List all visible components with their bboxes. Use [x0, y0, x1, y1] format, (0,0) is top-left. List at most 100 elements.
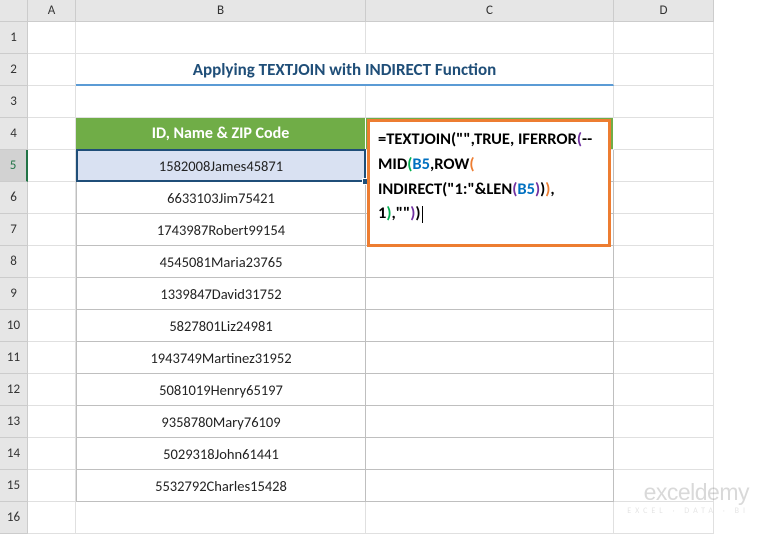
tok-true: TRUE: [474, 129, 510, 149]
cell-a10[interactable]: [28, 310, 76, 342]
cell-b1[interactable]: [76, 22, 366, 54]
tok-c2: ,: [510, 129, 514, 149]
tok-cp1: ): [415, 203, 420, 223]
cell-c11[interactable]: [366, 342, 614, 374]
cell-d7[interactable]: [614, 214, 714, 246]
cell-d9[interactable]: [614, 278, 714, 310]
cell-d14[interactable]: [614, 438, 714, 470]
cell-a14[interactable]: [28, 438, 76, 470]
tok-len: LEN: [486, 179, 512, 199]
cell-a3[interactable]: [28, 86, 76, 118]
col-header-d[interactable]: D: [614, 0, 714, 22]
cell-d12[interactable]: [614, 374, 714, 406]
row-header-11[interactable]: 11: [0, 342, 28, 374]
cell-b3[interactable]: [76, 86, 366, 118]
cell-b16[interactable]: [76, 502, 366, 534]
tok-mm: --: [582, 129, 592, 149]
cell-b10[interactable]: 5827801Liz24981: [76, 310, 366, 342]
tok-amp: &: [475, 179, 487, 199]
row-header-6[interactable]: 6: [0, 182, 28, 214]
tok-q3: "": [396, 203, 410, 223]
row-header-16[interactable]: 16: [0, 502, 28, 534]
cell-d2[interactable]: [614, 54, 714, 86]
col-header-c[interactable]: C: [366, 0, 614, 22]
col-header-b[interactable]: B: [76, 0, 366, 22]
row-header-9[interactable]: 9: [0, 278, 28, 310]
cell-a11[interactable]: [28, 342, 76, 374]
cell-c14[interactable]: [366, 438, 614, 470]
cell-c8[interactable]: [366, 246, 614, 278]
row-header-5[interactable]: 5: [0, 150, 28, 182]
page-title[interactable]: Applying TEXTJOIN with INDIRECT Function: [76, 54, 614, 86]
row-header-15[interactable]: 15: [0, 470, 28, 502]
cell-d10[interactable]: [614, 310, 714, 342]
cell-a4[interactable]: [28, 118, 76, 150]
row-header-1[interactable]: 1: [0, 22, 28, 54]
cell-a15[interactable]: [28, 470, 76, 502]
cell-b12[interactable]: 5081019Henry65197: [76, 374, 366, 406]
row-header-14[interactable]: 14: [0, 438, 28, 470]
row-header-4[interactable]: 4: [0, 118, 28, 150]
tok-c4: ,: [550, 179, 554, 199]
tok-indirect: INDIRECT: [378, 179, 442, 199]
tok-b5b: B5: [517, 179, 535, 199]
tok-mid: MID: [378, 154, 407, 174]
cell-d8[interactable]: [614, 246, 714, 278]
cell-b14[interactable]: 5029318John61441: [76, 438, 366, 470]
cell-a2[interactable]: [28, 54, 76, 86]
cell-b6[interactable]: 6633103Jim75421: [76, 182, 366, 214]
select-all-corner[interactable]: [0, 0, 28, 22]
row-header-7[interactable]: 7: [0, 214, 28, 246]
row-header-13[interactable]: 13: [0, 406, 28, 438]
cell-b8[interactable]: 4545081Maria23765: [76, 246, 366, 278]
cell-b11[interactable]: 1943749Martinez31952: [76, 342, 366, 374]
row-header-3[interactable]: 3: [0, 86, 28, 118]
cell-d6[interactable]: [614, 182, 714, 214]
cell-a9[interactable]: [28, 278, 76, 310]
cell-c9[interactable]: [366, 278, 614, 310]
row-headers: 1 2 3 4 5 6 7 8 9 10 11 12 13 14 15 16: [0, 0, 28, 534]
cell-d13[interactable]: [614, 406, 714, 438]
cell-b13[interactable]: 9358780Mary76109: [76, 406, 366, 438]
formula-editor-overlay[interactable]: =TEXTJOIN("",TRUE, IFERROR(--MID(B5,ROW(…: [367, 119, 611, 247]
cell-b7[interactable]: 1743987Robert99154: [76, 214, 366, 246]
cell-a1[interactable]: [28, 22, 76, 54]
cell-c12[interactable]: [366, 374, 614, 406]
tok-q2: "1:": [447, 179, 474, 199]
cell-b15[interactable]: 5532792Charles15428: [76, 470, 366, 502]
cell-c10[interactable]: [366, 310, 614, 342]
tok-op4: (: [469, 154, 474, 174]
col-header-a[interactable]: A: [28, 0, 76, 22]
cell-b5-value: 1582008James45871: [159, 157, 283, 175]
cell-d5[interactable]: [614, 150, 714, 182]
row-header-8[interactable]: 8: [0, 246, 28, 278]
cell-a13[interactable]: [28, 406, 76, 438]
cell-b9[interactable]: 1339847David31752: [76, 278, 366, 310]
cell-d3[interactable]: [614, 86, 714, 118]
tok-b5a: B5: [412, 154, 430, 174]
cell-c1[interactable]: [366, 22, 614, 54]
cell-c16[interactable]: [366, 502, 614, 534]
tok-q1: "": [456, 129, 470, 149]
tok-eq: =: [378, 129, 386, 149]
row-header-12[interactable]: 12: [0, 374, 28, 406]
table-header-b[interactable]: ID, Name & ZIP Code: [76, 118, 366, 150]
cell-d11[interactable]: [614, 342, 714, 374]
cell-d1[interactable]: [614, 22, 714, 54]
cell-a12[interactable]: [28, 374, 76, 406]
cell-a16[interactable]: [28, 502, 76, 534]
cell-c15[interactable]: [366, 470, 614, 502]
cell-a8[interactable]: [28, 246, 76, 278]
column-headers: A B C D: [28, 0, 767, 22]
cell-a6[interactable]: [28, 182, 76, 214]
row-header-10[interactable]: 10: [0, 310, 28, 342]
cell-b5-selected[interactable]: 1582008James45871: [76, 150, 366, 182]
row-header-2[interactable]: 2: [0, 54, 28, 86]
cell-a7[interactable]: [28, 214, 76, 246]
cell-a5[interactable]: [28, 150, 76, 182]
cell-c3[interactable]: [366, 86, 614, 118]
cell-c13[interactable]: [366, 406, 614, 438]
text-cursor: [422, 206, 423, 223]
spreadsheet-grid: 1 2 3 4 5 6 7 8 9 10 11 12 13 14 15 16 A…: [0, 0, 767, 534]
cell-d4[interactable]: [614, 118, 714, 150]
